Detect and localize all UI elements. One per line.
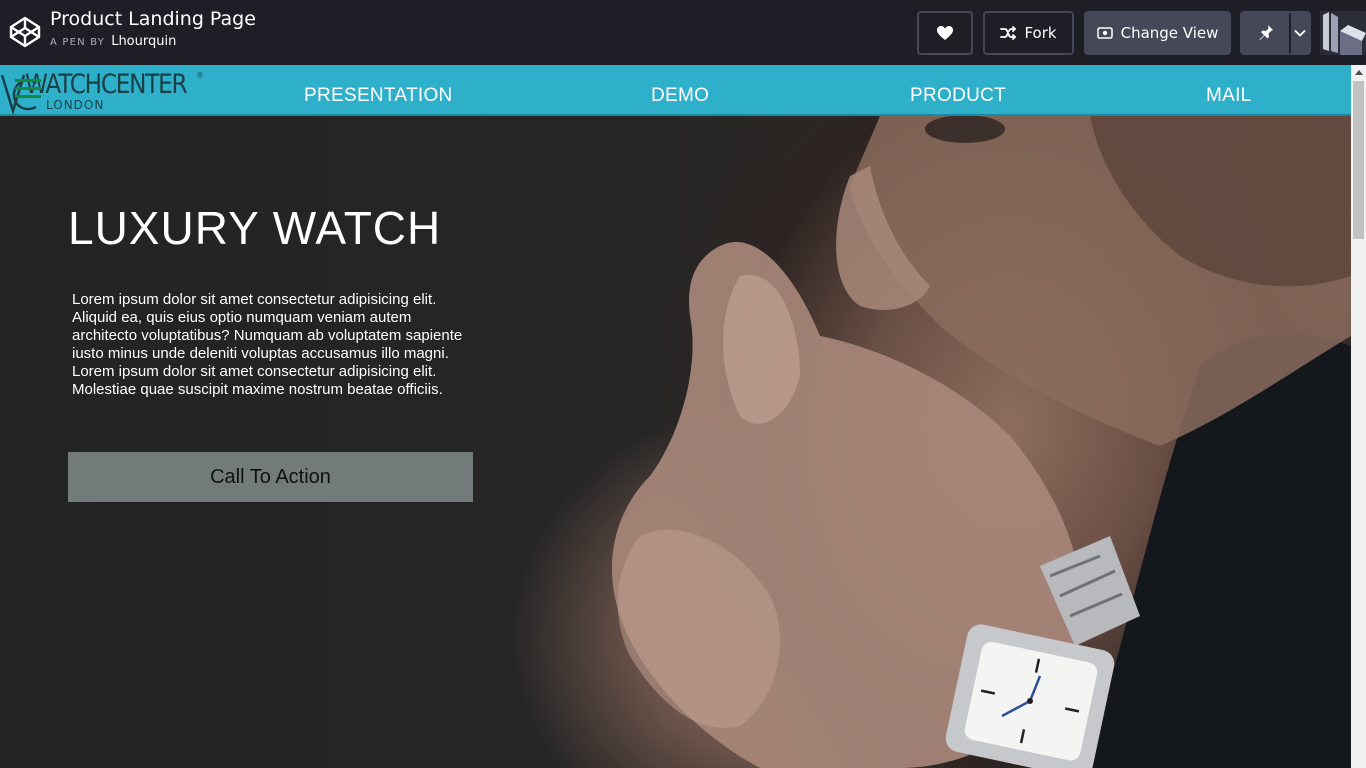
heart-icon bbox=[937, 26, 953, 40]
site-navbar: WATCHCENTER ® LONDON PRESENTATION DEMO P… bbox=[0, 65, 1351, 116]
brand-subtitle: LONDON bbox=[46, 98, 105, 112]
pin-menu-button[interactable] bbox=[1240, 11, 1311, 55]
preview-scrollbar[interactable] bbox=[1351, 65, 1366, 768]
change-view-button[interactable]: Change View bbox=[1084, 11, 1231, 55]
codepen-logo-icon[interactable] bbox=[8, 15, 42, 49]
user-avatar[interactable] bbox=[1320, 11, 1366, 55]
pen-byline: A PEN BY Lhourquin bbox=[50, 34, 256, 49]
hero-description: Lorem ipsum dolor sit amet consectetur a… bbox=[72, 291, 463, 398]
pen-author-link[interactable]: Lhourquin bbox=[111, 34, 176, 49]
scrollbar-thumb[interactable] bbox=[1353, 81, 1364, 239]
hamburger-menu-icon[interactable] bbox=[15, 79, 41, 101]
fork-label: Fork bbox=[1024, 24, 1057, 42]
fork-icon bbox=[1000, 26, 1017, 40]
byline-prefix: A PEN BY bbox=[50, 37, 106, 48]
pen-info: Product Landing Page A PEN BY Lhourquin bbox=[50, 8, 256, 49]
nav-link-demo[interactable]: DEMO bbox=[651, 85, 709, 107]
hero-title: LUXURY WATCH bbox=[68, 202, 442, 254]
pen-preview: WATCHCENTER ® LONDON PRESENTATION DEMO P… bbox=[0, 65, 1351, 768]
brand-name: WATCHCENTER bbox=[25, 69, 188, 100]
scroll-up-arrow-icon[interactable] bbox=[1351, 65, 1366, 80]
avatar-image bbox=[1320, 11, 1366, 55]
love-button[interactable] bbox=[917, 11, 973, 55]
pin-icon bbox=[1259, 25, 1273, 40]
fork-button[interactable]: Fork bbox=[983, 11, 1074, 55]
nav-link-mail[interactable]: MAIL bbox=[1206, 85, 1252, 107]
codepen-header: Product Landing Page A PEN BY Lhourquin … bbox=[0, 0, 1366, 65]
nav-link-product[interactable]: PRODUCT bbox=[910, 85, 1006, 107]
pin-button[interactable] bbox=[1242, 13, 1291, 53]
change-view-label: Change View bbox=[1120, 24, 1219, 42]
pin-dropdown[interactable] bbox=[1291, 13, 1309, 53]
chevron-down-icon bbox=[1294, 29, 1306, 37]
nav-link-presentation[interactable]: PRESENTATION bbox=[304, 85, 453, 107]
pen-title: Product Landing Page bbox=[50, 8, 256, 30]
call-to-action-button[interactable]: Call To Action bbox=[68, 452, 473, 502]
eye-icon bbox=[1096, 27, 1113, 39]
brand-logo[interactable]: WATCHCENTER ® LONDON bbox=[0, 67, 206, 115]
brand-registered-mark: ® bbox=[197, 71, 203, 80]
